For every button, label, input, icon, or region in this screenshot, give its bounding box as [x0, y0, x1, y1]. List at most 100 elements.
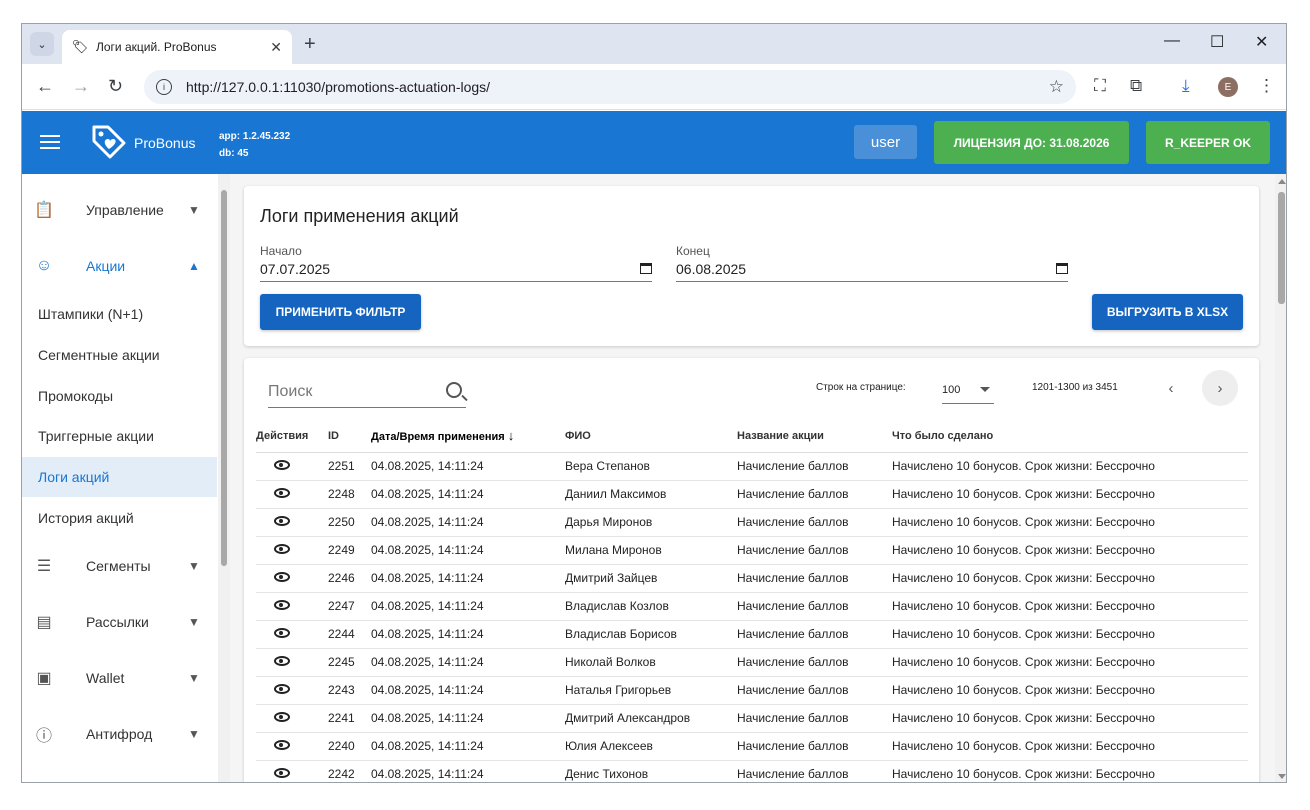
export-xlsx-button[interactable]: ВЫГРУЗИТЬ В XLSX	[1092, 294, 1243, 330]
sidebar-group-label: Акции	[86, 258, 126, 274]
browser-menu-icon[interactable]: ⋮	[1258, 76, 1275, 96]
view-eye-icon[interactable]	[274, 544, 290, 554]
table-row[interactable]: 2248 04.08.2025, 14:11:24 Даниил Максимов Н…	[256, 480, 1248, 509]
table-row[interactable]: 2240 04.08.2025, 14:11:24 Юлия Алексеев Нач…	[256, 732, 1248, 761]
sidebar-group-wallet[interactable]: ▣ Wallet ▼	[22, 652, 217, 704]
extensions-icon[interactable]: ⧉	[1130, 76, 1142, 96]
row-id: 2244	[328, 620, 371, 649]
sidebar-group-segments[interactable]: ☰ Сегменты ▼	[22, 540, 217, 592]
table-row[interactable]: 2250 04.08.2025, 14:11:24 Дарья Миронов Нач…	[256, 508, 1248, 537]
sidebar-scrollbar-thumb[interactable]	[221, 190, 227, 566]
rkeeper-status-button[interactable]: R_KEEPER OK	[1146, 121, 1270, 164]
row-date: 04.08.2025, 14:11:24	[371, 732, 565, 761]
prev-page-button[interactable]: ‹	[1153, 370, 1189, 406]
new-tab-button[interactable]: +	[304, 33, 316, 56]
column-header-promotion[interactable]: Название акции	[737, 420, 892, 453]
download-icon[interactable]: ⤓	[1182, 76, 1190, 96]
row-result: Начислено 10 бонусов. Срок жизни: Бессро…	[892, 648, 1248, 677]
search-icon[interactable]	[446, 382, 462, 398]
tab-search-button[interactable]: ⌄	[30, 32, 54, 56]
row-result: Начислено 10 бонусов. Срок жизни: Бессро…	[892, 564, 1248, 593]
sidebar-item-promotion-history[interactable]: История акций	[22, 498, 217, 538]
main-scrollbar[interactable]	[1275, 174, 1286, 782]
view-eye-icon[interactable]	[274, 740, 290, 750]
view-eye-icon[interactable]	[274, 768, 290, 778]
sort-arrow-down-icon[interactable]: ↓	[508, 428, 515, 443]
table-row[interactable]: 2245 04.08.2025, 14:11:24 Николай Волков На…	[256, 648, 1248, 677]
row-promotion-name: Начисление баллов	[737, 760, 892, 782]
main-scrollbar-thumb[interactable]	[1278, 192, 1285, 304]
end-date-field[interactable]: 06.08.2025	[676, 256, 1068, 282]
table-row[interactable]: 2241 04.08.2025, 14:11:24 Дмитрий Александ…	[256, 704, 1248, 733]
back-button[interactable]: ←	[36, 76, 54, 97]
column-header-id[interactable]: ID	[328, 420, 371, 453]
hamburger-menu-icon[interactable]	[40, 135, 60, 149]
calendar-icon[interactable]	[1056, 263, 1068, 274]
sidebar-item-stamps[interactable]: Штампики (N+1)	[22, 294, 217, 334]
scroll-down-arrow-icon[interactable]	[1278, 774, 1286, 779]
row-result: Начислено 10 бонусов. Срок жизни: Бессро…	[892, 676, 1248, 705]
column-header-result[interactable]: Что было сделано	[892, 420, 1248, 453]
view-eye-icon[interactable]	[274, 460, 290, 470]
sidebar-group-management[interactable]: 📋 Управление ▼	[22, 184, 217, 236]
row-id: 2241	[328, 704, 371, 733]
search-input[interactable]: Поиск	[268, 376, 466, 408]
user-button[interactable]: user	[854, 125, 917, 159]
site-info-icon[interactable]: i	[156, 79, 172, 95]
sidebar-group-antifraud[interactable]: ⓘ Антифрод ▼	[22, 708, 217, 760]
row-date: 04.08.2025, 14:11:24	[371, 676, 565, 705]
bookmark-star-icon[interactable]: ☆	[1049, 77, 1064, 97]
table-row[interactable]: 2244 04.08.2025, 14:11:24 Владислав Борисо…	[256, 620, 1248, 649]
column-header-date[interactable]: Дата/Время применения ↓	[371, 420, 565, 453]
view-eye-icon[interactable]	[274, 656, 290, 666]
maximize-button[interactable]: ☐	[1210, 32, 1224, 52]
sidebar-scrollbar[interactable]	[218, 174, 230, 782]
forward-button[interactable]: →	[72, 76, 90, 97]
row-actions-cell	[256, 452, 328, 481]
sidebar-item-segment-promotions[interactable]: Сегментные акции	[22, 335, 217, 375]
view-eye-icon[interactable]	[274, 600, 290, 610]
row-full-name: Денис Тихонов	[565, 760, 737, 782]
minimize-button[interactable]: —	[1164, 32, 1180, 50]
row-id: 2246	[328, 564, 371, 593]
table-row[interactable]: 2249 04.08.2025, 14:11:24 Милана Миронов На…	[256, 536, 1248, 565]
profile-avatar[interactable]: E	[1218, 77, 1238, 97]
start-date-field[interactable]: 07.07.2025	[260, 256, 652, 282]
sidebar-item-promocodes[interactable]: Промокоды	[22, 376, 217, 416]
calendar-icon[interactable]	[640, 263, 652, 274]
reload-button[interactable]: ↻	[108, 76, 123, 97]
sidebar-group-label: Рассылки	[86, 614, 149, 630]
browser-tab[interactable]: 🏷 Логи акций. ProBonus ✕	[62, 30, 292, 64]
column-header-actions: Действия	[256, 420, 328, 453]
row-result: Начислено 10 бонусов. Срок жизни: Бессро…	[892, 732, 1248, 761]
row-id: 2248	[328, 480, 371, 509]
tab-close-icon[interactable]: ✕	[270, 39, 282, 56]
view-eye-icon[interactable]	[274, 684, 290, 694]
table-row[interactable]: 2242 04.08.2025, 14:11:24 Денис Тихонов Нач…	[256, 760, 1248, 782]
apply-filter-button[interactable]: ПРИМЕНИТЬ ФИЛЬТР	[260, 294, 421, 330]
next-page-button[interactable]: ›	[1202, 370, 1238, 406]
table-row[interactable]: 2243 04.08.2025, 14:11:24 Наталья Григорье…	[256, 676, 1248, 705]
view-eye-icon[interactable]	[274, 712, 290, 722]
table-row[interactable]: 2247 04.08.2025, 14:11:24 Владислав Козлов…	[256, 592, 1248, 621]
row-full-name: Владислав Борисов	[565, 620, 737, 649]
table-row[interactable]: 2246 04.08.2025, 14:11:24 Дмитрий Зайцев На…	[256, 564, 1248, 593]
view-eye-icon[interactable]	[274, 572, 290, 582]
table-row[interactable]: 2251 04.08.2025, 14:11:24 Вера Степанов Нач…	[256, 452, 1248, 481]
screenshot-icon[interactable]: ⛶	[1094, 76, 1106, 96]
scroll-up-arrow-icon[interactable]	[1278, 179, 1286, 184]
sidebar-group-mailings[interactable]: ▤ Рассылки ▼	[22, 596, 217, 648]
sidebar-item-trigger-promotions[interactable]: Триггерные акции	[22, 416, 217, 456]
row-id: 2247	[328, 592, 371, 621]
view-eye-icon[interactable]	[274, 516, 290, 526]
sidebar-item-promotion-logs[interactable]: Логи акций	[22, 457, 217, 497]
column-header-name[interactable]: ФИО	[565, 420, 737, 453]
sidebar-group-promotions[interactable]: ☺ Акции ▲	[22, 240, 217, 292]
view-eye-icon[interactable]	[274, 628, 290, 638]
omnibox[interactable]: i http://127.0.0.1:11030/promotions-actu…	[144, 70, 1076, 104]
view-eye-icon[interactable]	[274, 488, 290, 498]
close-window-button[interactable]: ✕	[1255, 32, 1268, 52]
rows-per-page-select[interactable]: 100	[942, 376, 994, 404]
url-text[interactable]: http://127.0.0.1:11030/promotions-actuat…	[186, 79, 1049, 95]
license-button[interactable]: ЛИЦЕНЗИЯ ДО: 31.08.2026	[934, 121, 1129, 164]
